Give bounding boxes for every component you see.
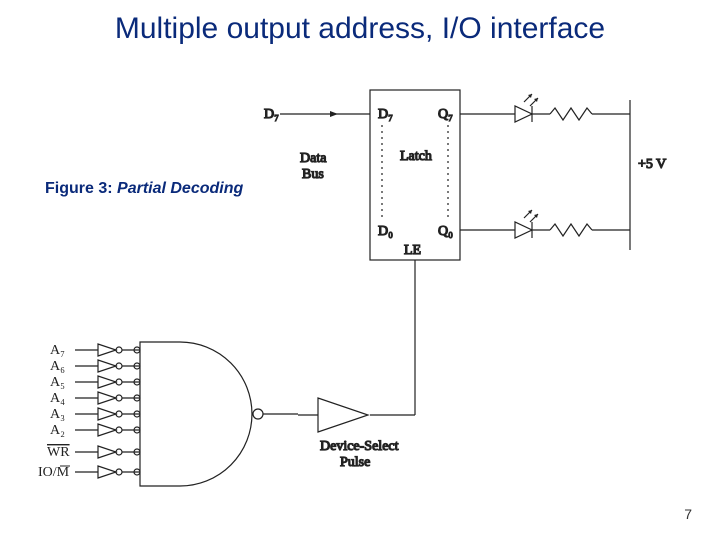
pin-le-internal: LE <box>404 243 421 258</box>
slide-title: Multiple output address, I/O interface <box>0 12 720 46</box>
data-bus-label-2: Bus <box>302 167 324 182</box>
pin-d7-external: D₇ <box>264 107 279 122</box>
buffer-icon <box>318 398 368 432</box>
page-number: 7 <box>684 506 692 522</box>
led-icon <box>515 222 532 238</box>
device-select-label-1: Device-Select <box>320 439 399 454</box>
resistor-icon <box>550 108 592 120</box>
addr-iom: IO/M <box>38 465 70 480</box>
pin-d7-internal: D₇ <box>378 107 393 122</box>
addr-a2: A₂ <box>50 423 65 438</box>
addr-a5: A₅ <box>50 375 65 390</box>
nand-gate-icon <box>140 342 252 486</box>
inversion-bubble-icon <box>253 409 263 419</box>
latch-label: Latch <box>400 149 432 164</box>
arrow-icon <box>330 111 338 117</box>
addr-a7: A₇ <box>50 343 65 358</box>
voltage-label: +5 V <box>638 157 666 172</box>
addr-a3: A₃ <box>50 407 65 422</box>
addr-a4: A₄ <box>50 391 65 406</box>
addr-a6: A₆ <box>50 359 65 374</box>
pin-q7-internal: Q₇ <box>438 107 453 122</box>
led-icon <box>515 106 532 122</box>
address-inputs <box>75 344 140 478</box>
pin-d0-internal: D₀ <box>378 224 393 239</box>
device-select-label-2: Pulse <box>340 455 370 470</box>
addr-wr: WR <box>47 445 70 460</box>
circuit-diagram: Latch D₇ Q₇ D₀ Q₀ LE D₇ Data Bus <box>20 70 700 500</box>
data-bus-label-1: Data <box>300 151 327 166</box>
pin-q0-internal: Q₀ <box>438 224 453 239</box>
resistor-icon <box>550 224 592 236</box>
